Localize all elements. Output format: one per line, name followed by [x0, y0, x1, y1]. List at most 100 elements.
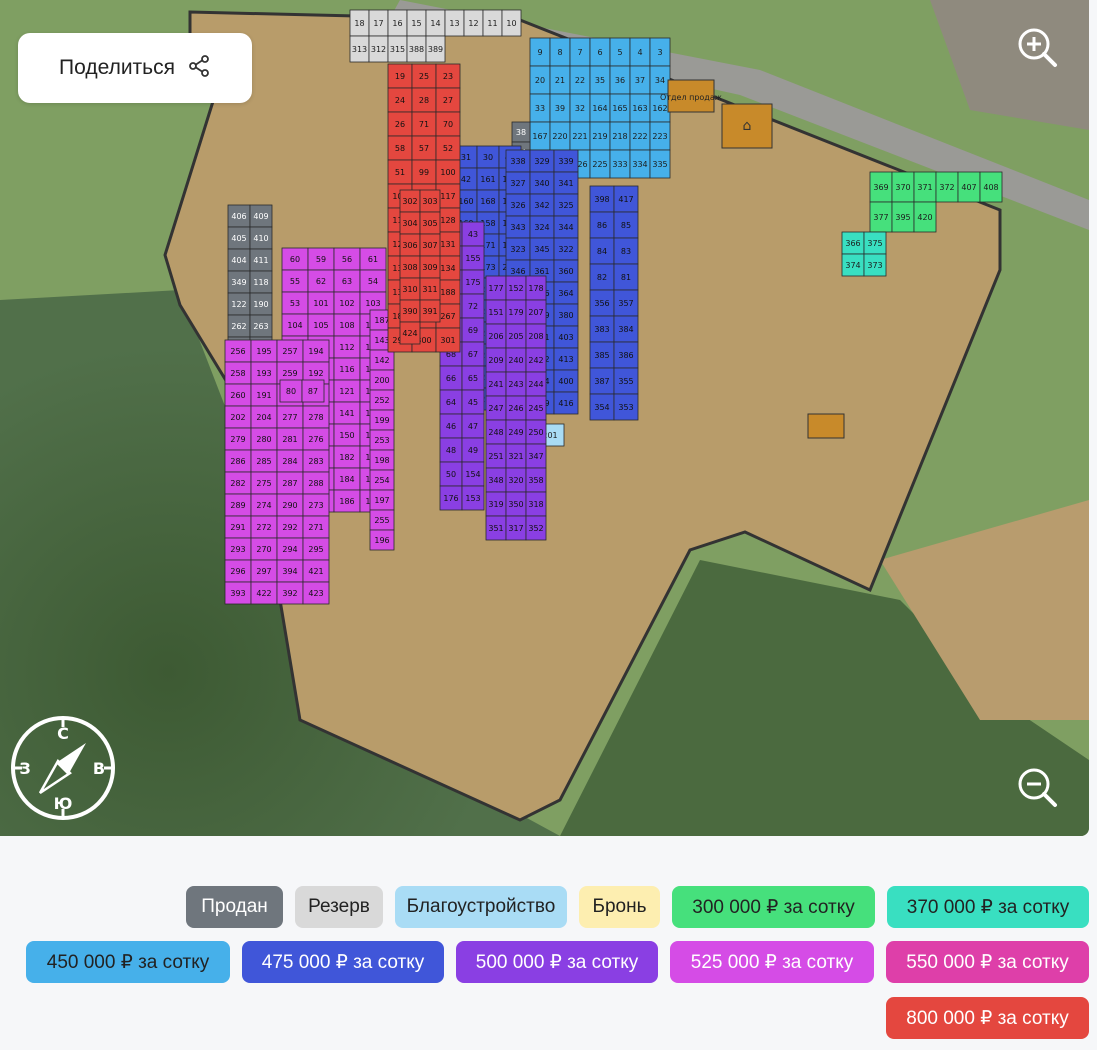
plot-number: 67	[468, 350, 478, 359]
plot-map[interactable]: 18 17 16 15 14 13 12 11 10 313 312 315 388 389 9 8 7 6 5 4 3…	[0, 0, 1089, 836]
legend-price-300[interactable]: 300 000 ₽ за сотку	[672, 886, 875, 928]
legend-price-500[interactable]: 500 000 ₽ за сотку	[456, 941, 658, 983]
plot-number: 355	[618, 377, 633, 386]
compass: С Ю З В	[8, 713, 118, 823]
plot-number: 408	[983, 183, 998, 192]
plot-number: 291	[230, 523, 245, 532]
plot-number: 51	[395, 168, 405, 177]
zoom-in-button[interactable]	[1015, 25, 1061, 71]
sales-office-label: Отдел продаж	[660, 93, 722, 102]
plot-number: 58	[395, 144, 405, 153]
plot-number: 342	[534, 201, 549, 210]
plot-number: 179	[508, 308, 523, 317]
legend-label: 300 000 ₽ за сотку	[692, 896, 855, 918]
plot-number: 26	[395, 120, 405, 129]
plot-number: 241	[488, 380, 503, 389]
plot-number: 36	[615, 76, 625, 85]
plot-number: 421	[308, 567, 323, 576]
plot-number: 338	[510, 157, 525, 166]
plot-number: 339	[558, 157, 573, 166]
plot-number: 38	[516, 128, 526, 137]
plot-number: 9	[537, 48, 542, 57]
plot-number: 200	[374, 376, 389, 385]
plot-number: 84	[597, 247, 607, 256]
legend-label: 525 000 ₽ за сотку	[690, 951, 854, 973]
legend-price-550[interactable]: 550 000 ₽ за сотку	[886, 941, 1089, 983]
plot-number: 112	[339, 343, 354, 352]
plot-number: 31	[461, 153, 471, 162]
legend-reserve[interactable]: Резерв	[295, 886, 383, 928]
plot-number: 312	[371, 45, 386, 54]
plot-number: 209	[488, 356, 503, 365]
plot-number: 308	[402, 263, 417, 272]
plot-number: 69	[468, 326, 478, 335]
compass-west: З	[19, 759, 30, 778]
plot-number: 287	[282, 479, 297, 488]
plot-number: 282	[230, 479, 245, 488]
share-button[interactable]: Поделиться	[18, 33, 252, 103]
plot-number: 294	[282, 545, 297, 554]
plot-number: 289	[230, 501, 245, 510]
plot-number: 400	[558, 377, 573, 386]
legend-booked[interactable]: Бронь	[579, 886, 660, 928]
plot-number: 218	[612, 132, 627, 141]
plot-number: 273	[308, 501, 323, 510]
zoom-out-button[interactable]	[1015, 765, 1061, 811]
plot-number: 248	[488, 428, 503, 437]
legend-price-450[interactable]: 450 000 ₽ за сотку	[26, 941, 230, 983]
plot-number: 206	[488, 332, 503, 341]
plot-number: 424	[402, 329, 417, 338]
legend-label: 800 000 ₽ за сотку	[906, 1007, 1069, 1029]
plot-number: 284	[282, 457, 297, 466]
plot-number: 366	[845, 239, 860, 248]
plot-number: 103	[365, 299, 380, 308]
plot-number: 321	[508, 452, 523, 461]
legend-price-800[interactable]: 800 000 ₽ за сотку	[886, 997, 1089, 1039]
plot-number: 347	[528, 452, 543, 461]
plot-number: 195	[256, 347, 271, 356]
plot-number: 276	[308, 435, 323, 444]
plot-number: 327	[510, 179, 525, 188]
plot-number: 15	[411, 19, 421, 28]
plot-number: 277	[282, 413, 297, 422]
plot-number: 167	[532, 132, 547, 141]
plot-number: 417	[618, 195, 633, 204]
plot-number: 322	[558, 245, 573, 254]
plot-number: 85	[621, 221, 631, 230]
plot-number: 22	[575, 76, 585, 85]
legend-label: Бронь	[592, 896, 647, 917]
plot-number: 250	[528, 428, 543, 437]
plot-number: 182	[339, 453, 354, 462]
plot-number: 262	[231, 322, 246, 331]
plot-number: 47	[468, 422, 478, 431]
legend-price-475[interactable]: 475 000 ₽ за сотку	[242, 941, 444, 983]
share-icon	[187, 54, 211, 82]
plot-number: 50	[446, 470, 456, 479]
plot-number: 393	[230, 589, 245, 598]
plot-number: 244	[528, 380, 543, 389]
plot-number: 343	[510, 223, 525, 232]
legend-price-370[interactable]: 370 000 ₽ за сотку	[887, 886, 1089, 928]
plot-number: 364	[558, 289, 573, 298]
plot-number: 311	[422, 285, 437, 294]
plot-number: 329	[534, 157, 549, 166]
plot-number: 281	[282, 435, 297, 444]
plot-number: 104	[287, 321, 302, 330]
plot-number: 81	[621, 273, 631, 282]
plot-number: 411	[253, 256, 268, 265]
map-canvas[interactable]: 18 17 16 15 14 13 12 11 10313 312 315 388 389 9 8 7 6 5 4 3…	[0, 0, 1089, 836]
legend-infra[interactable]: Благоустройство	[395, 886, 567, 928]
plot-number: 205	[508, 332, 523, 341]
plot-number: 380	[558, 311, 573, 320]
plot-number: 39	[555, 104, 565, 113]
legend-label: 475 000 ₽ за сотку	[261, 951, 425, 973]
plot-number: 21	[555, 76, 565, 85]
plot-number: 187	[374, 316, 389, 325]
plot-number: 3	[657, 48, 662, 57]
legend-sold[interactable]: Продан	[186, 886, 283, 928]
plot-number: 37	[635, 76, 645, 85]
plot-number: 307	[422, 241, 437, 250]
legend-price-525[interactable]: 525 000 ₽ за сотку	[670, 941, 874, 983]
legend-label: Продан	[201, 896, 268, 917]
plot-number: 20	[535, 76, 545, 85]
